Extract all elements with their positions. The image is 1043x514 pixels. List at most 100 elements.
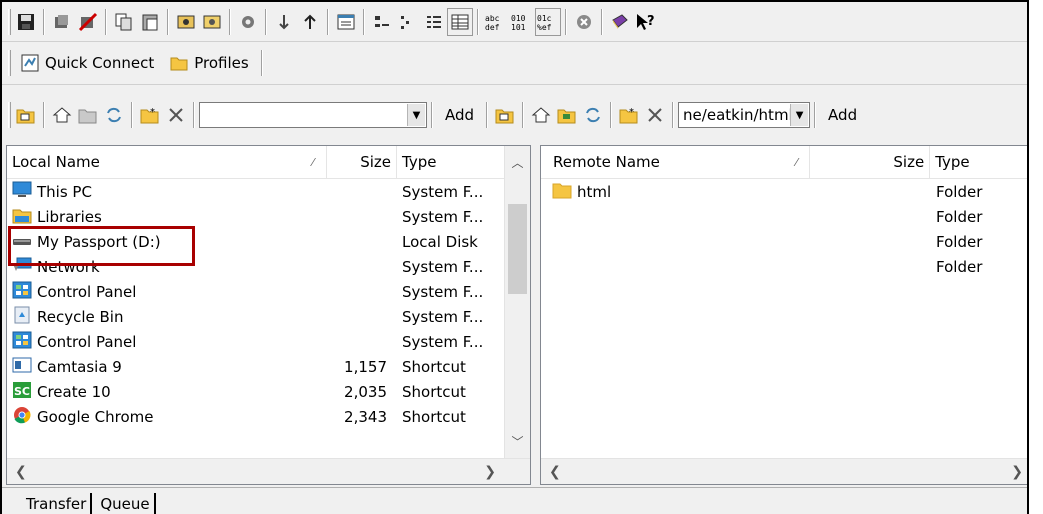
tab-transfer[interactable]: Transfer — [18, 493, 93, 514]
scroll-left-icon[interactable]: ❮ — [549, 464, 561, 480]
recycle-bin-icon — [11, 305, 33, 329]
details-view-icon[interactable] — [447, 7, 473, 36]
toolbar-separator — [327, 8, 329, 35]
svg-text:01c: 01c — [537, 14, 552, 23]
remote-size-column-header[interactable]: Size — [810, 146, 931, 179]
remote-refresh-icon[interactable] — [580, 101, 606, 129]
svg-text:def: def — [485, 23, 500, 32]
scroll-up-icon[interactable]: ︿ — [505, 146, 530, 179]
view-local-icon[interactable] — [173, 8, 199, 36]
remote-horizontal-scrollbar[interactable]: ❮ ❯ — [541, 458, 1027, 484]
remote-name-column-header[interactable]: Remote Name ⁄ — [541, 146, 811, 179]
view-remote-icon[interactable] — [199, 8, 225, 36]
local-horizontal-scrollbar[interactable]: ❮ ❯ — [7, 458, 530, 484]
local-file-row[interactable]: SC Create 10 2,035 Shortcut — [7, 379, 507, 404]
remote-file-row[interactable]: html Folder — [541, 179, 1027, 204]
remote-file-pane[interactable]: Remote Name ⁄ Size Type html Folder Folder… — [540, 145, 1027, 485]
scroll-right-icon[interactable]: ❯ — [1011, 464, 1023, 480]
toolbar-separator — [672, 102, 675, 128]
local-refresh-icon[interactable] — [101, 101, 127, 129]
copy-icon[interactable] — [111, 8, 137, 36]
local-file-name: Control Panel — [37, 282, 137, 301]
save-icon[interactable] — [13, 8, 39, 36]
local-name-column-header[interactable]: Local Name ⁄ — [7, 146, 327, 179]
remote-file-row[interactable]: Folder — [541, 204, 1027, 229]
binary-mode-icon[interactable]: 010 101 — [509, 8, 535, 36]
remote-delete-icon[interactable] — [642, 101, 668, 129]
toolbar-grip[interactable] — [8, 8, 11, 35]
settings-gear-icon[interactable] — [235, 8, 261, 36]
upload-arrow-icon[interactable] — [297, 8, 323, 36]
local-file-size: 1,157 — [344, 357, 387, 376]
remote-new-file-icon[interactable]: * — [616, 101, 642, 129]
paste-icon[interactable] — [137, 8, 163, 36]
local-file-row[interactable]: Control Panel System F... — [7, 329, 507, 354]
toolbar-separator — [167, 8, 169, 35]
remote-file-row[interactable]: Folder — [541, 254, 1027, 279]
scroll-left-icon[interactable]: ❮ — [15, 464, 27, 480]
local-new-file-icon[interactable]: * — [137, 101, 163, 129]
large-icons-icon[interactable] — [369, 8, 395, 36]
remote-home-icon[interactable] — [528, 101, 554, 129]
toolbar-separator — [105, 8, 107, 35]
quick-connect-button[interactable]: Quick Connect — [13, 48, 162, 78]
toolbar-separator — [610, 102, 613, 128]
local-vertical-scrollbar[interactable]: ︿ ﹀ — [504, 146, 530, 458]
disconnect-icon[interactable] — [75, 8, 101, 36]
help-book-icon[interactable] — [607, 8, 633, 36]
context-help-icon[interactable]: ? — [633, 8, 659, 36]
small-icons-icon[interactable] — [395, 8, 421, 36]
local-file-row[interactable]: Recycle Bin System F... — [7, 304, 507, 329]
chrome-icon — [11, 405, 33, 429]
local-home-icon[interactable] — [49, 101, 75, 129]
local-file-row[interactable]: This PC System F... — [7, 179, 507, 204]
tab-queue[interactable]: Queue — [92, 493, 156, 514]
scroll-thumb[interactable] — [508, 204, 527, 294]
local-file-type: Shortcut — [402, 357, 466, 376]
quick-connect-label: Quick Connect — [45, 54, 155, 72]
local-name-cell: This PC — [7, 180, 317, 204]
scroll-right-icon[interactable]: ❯ — [484, 464, 496, 480]
local-path-combobox[interactable]: ▼ — [199, 102, 427, 128]
remote-new-folder-icon[interactable] — [554, 101, 580, 129]
remote-path-combobox[interactable]: ne/eatkin/html ▼ — [678, 102, 811, 128]
remote-add-button[interactable]: Add — [820, 106, 865, 124]
camtasia-icon — [11, 355, 33, 379]
local-add-button[interactable]: Add — [437, 106, 482, 124]
local-new-folder-icon[interactable] — [75, 101, 101, 129]
profiles-button[interactable]: Profiles — [162, 48, 256, 78]
auto-mode-icon[interactable]: 01c %ef — [535, 7, 561, 36]
local-file-row[interactable]: Google Chrome 2,343 Shortcut — [7, 404, 507, 429]
download-arrow-icon[interactable] — [271, 8, 297, 36]
stop-icon[interactable] — [571, 8, 597, 36]
local-file-row[interactable]: Control Panel System F... — [7, 279, 507, 304]
connect-icon[interactable] — [49, 8, 75, 36]
quick-connect-icon — [21, 54, 39, 72]
toolbar-grip[interactable] — [8, 102, 11, 128]
remote-type-column-header[interactable]: Type — [930, 146, 1027, 179]
local-name-cell: Camtasia 9 — [7, 355, 317, 379]
svg-text:010: 010 — [511, 14, 526, 23]
remote-parent-folder-icon[interactable] — [492, 101, 518, 129]
local-type-column-header[interactable]: Type — [397, 146, 507, 179]
local-file-name: Create 10 — [37, 382, 111, 401]
local-type-header-label: Type — [402, 153, 437, 171]
list-view-icon[interactable] — [421, 8, 447, 36]
bottom-tabs: Transfer Queue — [18, 493, 156, 514]
local-file-row[interactable]: Camtasia 9 1,157 Shortcut — [7, 354, 507, 379]
toolbar-grip[interactable] — [8, 50, 11, 76]
log-window-icon[interactable] — [333, 8, 359, 36]
profiles-folder-icon — [170, 57, 188, 71]
local-delete-icon[interactable] — [163, 101, 189, 129]
remote-file-row[interactable]: Folder — [541, 229, 1027, 254]
chevron-down-icon[interactable]: ▼ — [407, 104, 425, 126]
scroll-down-icon[interactable]: ﹀ — [505, 425, 530, 458]
toolbar-separator — [193, 102, 195, 128]
svg-text:101: 101 — [511, 23, 526, 32]
local-file-pane[interactable]: Local Name ⁄ Size Type This PC System F..… — [6, 145, 531, 485]
chevron-down-icon[interactable]: ▼ — [790, 104, 809, 126]
ascii-mode-icon[interactable]: abc def — [483, 8, 509, 36]
local-size-column-header[interactable]: Size — [327, 146, 397, 179]
toolbar-separator — [814, 102, 817, 128]
local-parent-folder-icon[interactable] — [13, 101, 39, 129]
